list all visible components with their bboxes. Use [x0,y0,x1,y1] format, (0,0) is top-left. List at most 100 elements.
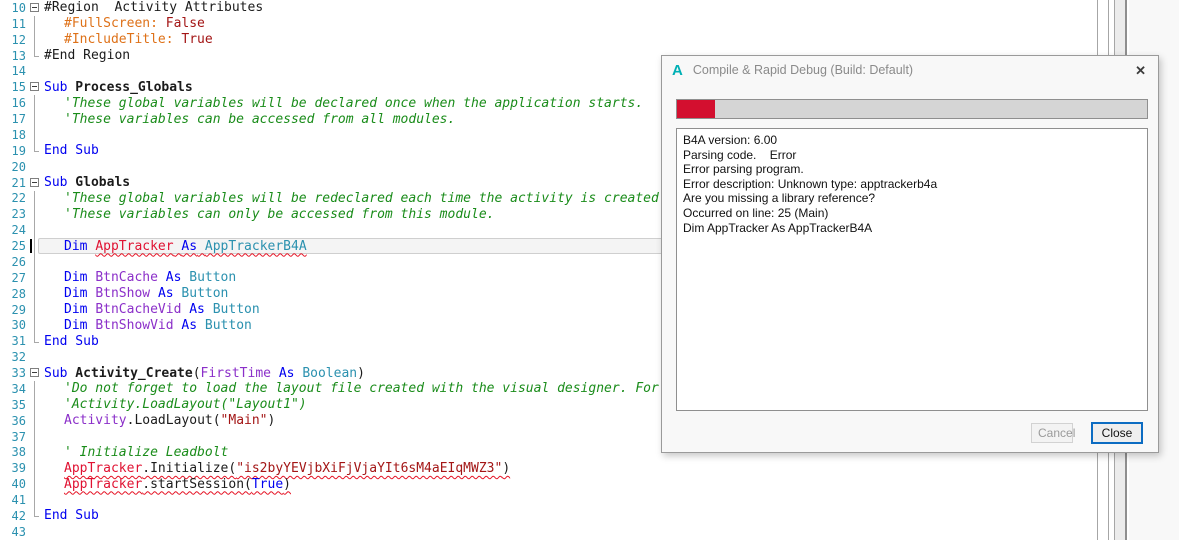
code-token: As [181,317,198,333]
code-token: Boolean [302,365,358,381]
code-token: Dim [64,286,96,302]
text-caret [30,239,32,253]
fold-line-marker [34,301,35,318]
code-token: 'These global variables will be redeclar… [64,190,667,206]
line-number: 35 [11,397,26,412]
line-number: 34 [11,381,26,396]
code-token: Sub [44,365,68,381]
line-number: 28 [11,286,26,301]
code-line[interactable]: 42 End Sub [0,508,1096,524]
code-text: 'These global variables will be declared… [44,96,643,111]
code-token: "Main" [220,413,268,429]
line-number: 42 [11,508,26,523]
code-token: Dim [64,317,96,333]
code-token: BtnShow [95,286,151,302]
code-token: AppTracker [64,476,143,492]
fold-line-marker [34,381,35,397]
code-token: Activity [64,413,127,429]
fold-margin [28,190,44,207]
line-number: 37 [11,429,26,444]
fold-margin [28,333,44,349]
fold-end-marker [34,508,39,518]
fold-margin [28,159,44,175]
code-token: ) [502,460,511,476]
line-number: 43 [11,524,26,539]
code-token: .Initialize( [142,460,237,476]
fold-line-marker [34,31,35,48]
cancel-button[interactable]: Cancel [1031,423,1075,443]
code-token: 'Activity.LoadLayout("Layout1") [64,397,307,413]
progress-fill [677,100,715,118]
line-number: 39 [11,461,26,476]
code-token: Process_Globals [67,79,193,95]
code-text: Sub Globals [44,175,130,190]
fold-end-marker [34,142,39,153]
fold-toggle-icon[interactable] [30,2,39,12]
code-token: ( [192,365,201,381]
fold-margin [28,95,44,112]
code-token: FirstTime [200,365,271,381]
fold-line-marker [34,317,35,334]
fold-margin [28,365,44,381]
code-token: Sub [44,79,68,95]
code-token: Activity_Create [67,365,193,381]
fold-margin [28,79,44,95]
code-line[interactable]: 40 AppTracker.startSession(True) [0,476,1096,493]
code-line[interactable]: 41 [0,492,1096,508]
line-number: 16 [11,96,26,111]
fold-toggle-icon[interactable] [30,177,39,187]
code-token: Button [189,270,237,286]
log-output[interactable]: B4A version: 6.00 Parsing code. Error Erro… [676,128,1148,411]
code-line[interactable]: 43 [0,524,1096,540]
log-line: Error description: Unknown type: apptrac… [683,176,938,191]
code-line[interactable]: 12 #IncludeTitle: True [0,31,1096,48]
code-text: #End Region [44,48,130,63]
code-token: Sub [44,175,68,191]
code-token: 'These variables can be accessed from al… [64,111,456,127]
close-button[interactable]: Close [1091,422,1143,444]
fold-margin [28,428,44,445]
dialog-titlebar[interactable]: A Compile & Rapid Debug (Build: Default)… [662,56,1158,84]
code-text: Dim BtnCache As Button [44,270,236,285]
fold-toggle-icon[interactable] [30,82,39,92]
line-number: 13 [11,48,26,63]
code-token: As [189,302,205,318]
code-token: 'Do not forget to load the layout file c… [64,381,730,397]
code-token: BtnShowVid [95,317,174,333]
code-token: True [173,32,213,48]
log-line: Error parsing program. [683,162,804,177]
fold-margin [28,492,44,508]
line-number: 19 [11,143,26,158]
compile-debug-dialog: A Compile & Rapid Debug (Build: Default)… [661,55,1159,453]
code-token: ' Initialize Leadbolt [64,444,229,460]
code-text: #Region Activity Attributes [44,0,263,15]
fold-margin [28,222,44,239]
code-token: Dim [64,238,96,254]
code-token: End Sub [44,143,99,159]
code-text: Activity.LoadLayout("Main") [44,413,275,428]
fold-margin [28,476,44,493]
line-number: 18 [11,127,26,142]
code-line[interactable]: 39 AppTracker.Initialize("is2byYEVjbXiFjV… [0,460,1096,477]
line-number: 25 [11,239,26,254]
fold-margin [28,127,44,143]
fold-margin [28,317,44,334]
fold-margin [28,175,44,191]
line-number: 11 [11,16,26,31]
code-text: #IncludeTitle: True [44,32,213,47]
code-token: 'These global variables will be declared… [64,95,644,111]
code-token: Dim [64,270,96,286]
line-number: 30 [11,318,26,333]
line-number: 27 [11,270,26,285]
fold-margin [28,524,44,540]
log-line: Parsing code. Error [683,147,797,162]
log-line: Occurred on line: 25 (Main) [683,205,829,220]
code-line[interactable]: 10 #Region Activity Attributes [0,0,1096,16]
fold-margin [28,142,44,159]
fold-toggle-icon[interactable] [30,368,39,378]
code-token: .LoadLayout( [126,413,221,429]
code-token: As [278,365,295,381]
close-icon[interactable]: ✕ [1135,64,1146,77]
dialog-button-row: Cancel Close [1031,422,1143,444]
code-line[interactable]: 11 #FullScreen: False [0,15,1096,32]
